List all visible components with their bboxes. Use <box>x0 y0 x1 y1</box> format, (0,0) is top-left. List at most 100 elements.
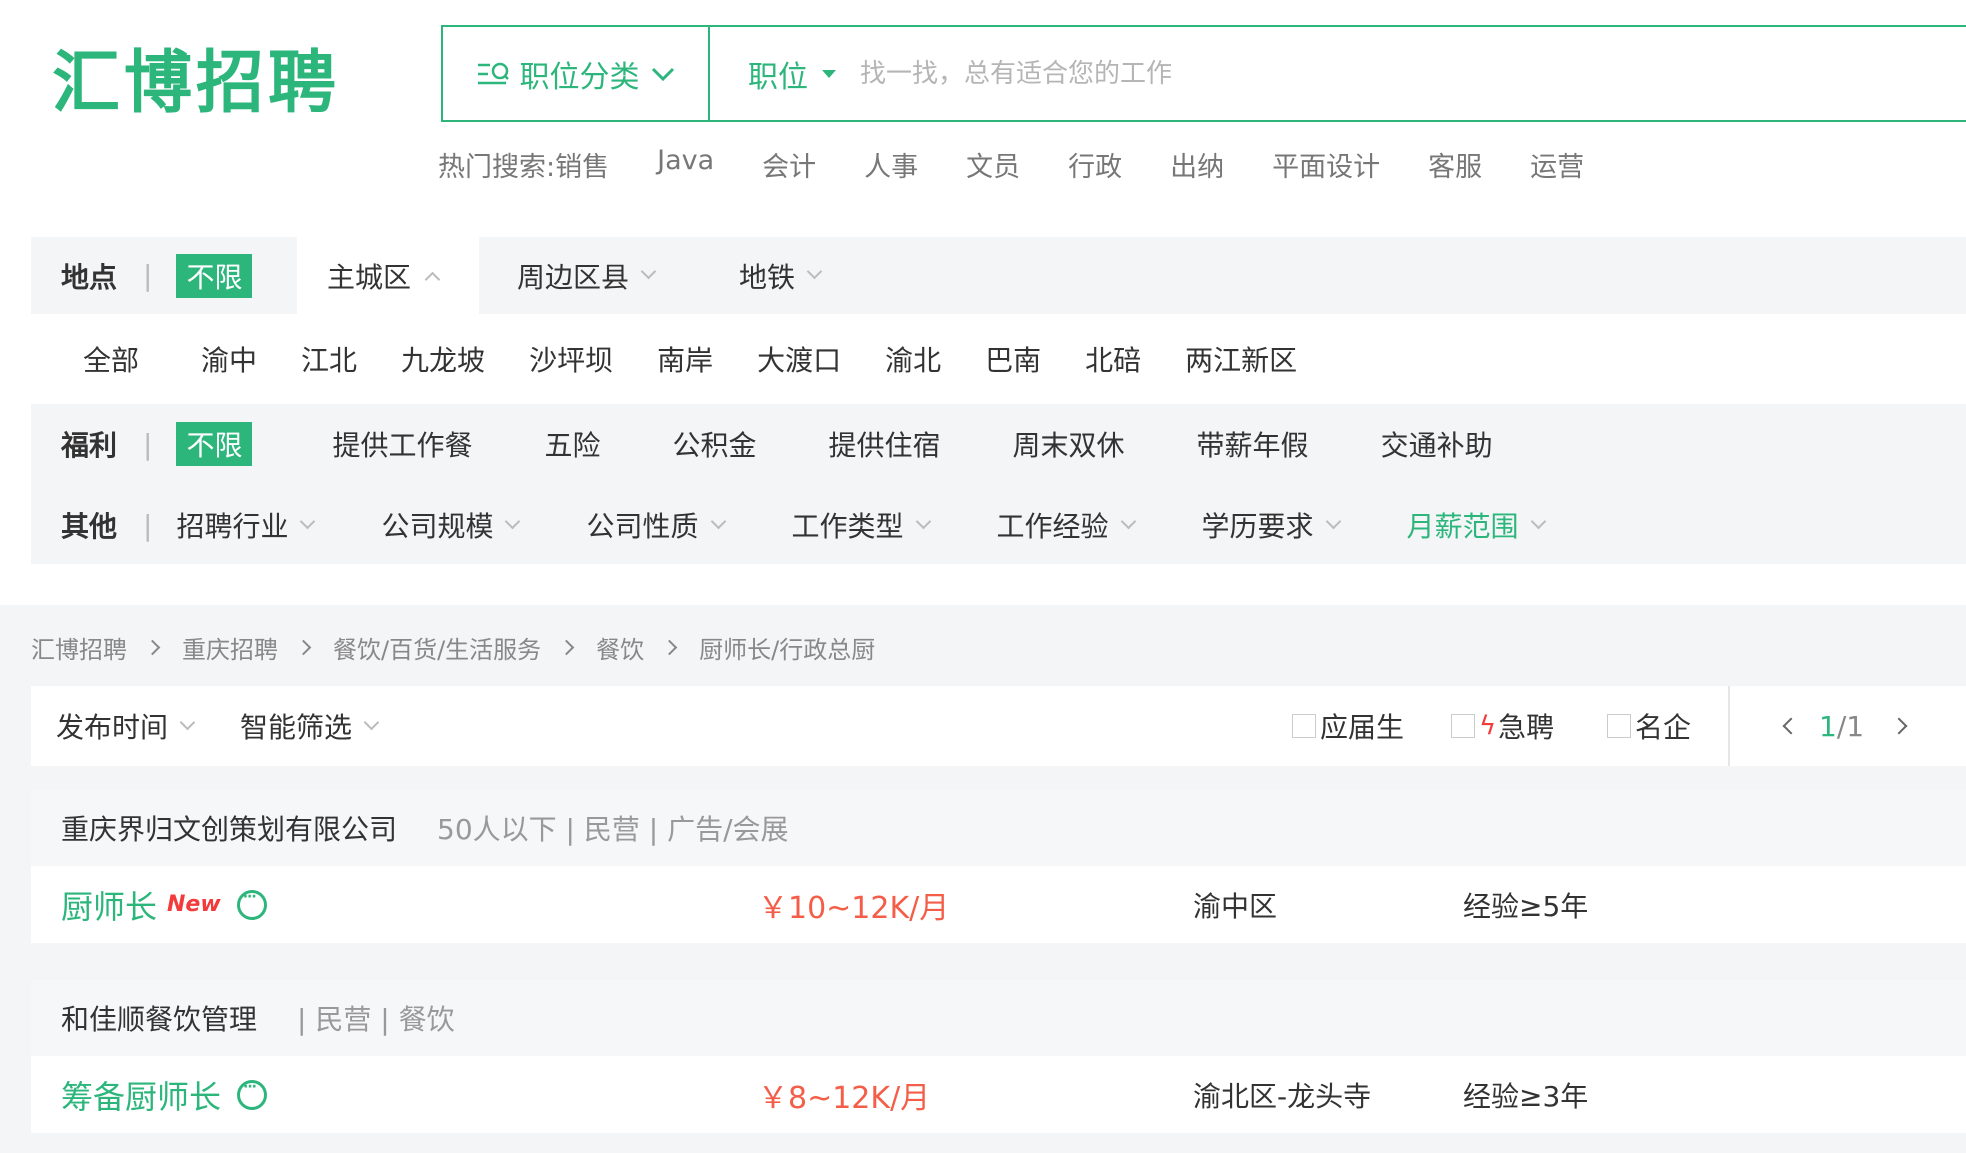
chevron-down-icon <box>363 714 380 730</box>
other-filter-dropdown[interactable]: 工作类型 <box>792 505 931 545</box>
job-row[interactable]: 筹备厨师长 ￥8~12K/月 渝北区-龙头寺 经验≥3年 <box>31 1056 1966 1133</box>
welfare-option[interactable]: 带薪年假 <box>1197 424 1309 464</box>
tab-label: 地铁 <box>739 260 796 294</box>
district-option[interactable]: 渝北 <box>885 339 941 379</box>
job-title[interactable]: 厨师长 <box>61 882 157 928</box>
other-label: 其他 <box>61 510 118 543</box>
chevron-down-icon <box>1530 513 1546 529</box>
dropdown-label: 月薪范围 <box>1406 510 1519 543</box>
district-option[interactable]: 两江新区 <box>1185 339 1297 379</box>
fresh-graduate-checkbox[interactable]: 应届生 <box>1292 686 1404 766</box>
hot-search-link[interactable]: 会计 <box>762 145 816 184</box>
breadcrumb-link[interactable]: 餐饮 <box>596 630 644 665</box>
salary-range-dropdown[interactable]: 月薪范围 <box>1406 505 1546 545</box>
chevron-up-icon <box>424 271 441 288</box>
category-label: 职位分类 <box>519 59 640 95</box>
district-option[interactable]: 北碚 <box>1085 339 1141 379</box>
company-info: | 民营 | 餐饮 <box>297 1003 455 1036</box>
experience-requirement: 经验≥3年 <box>1463 1079 1589 1113</box>
chevron-left-icon <box>1782 717 1800 735</box>
sort-time-dropdown[interactable]: 发布时间 <box>56 686 196 766</box>
dropdown-label: 工作经验 <box>996 510 1109 543</box>
famous-company-checkbox[interactable]: 名企 <box>1607 686 1691 766</box>
welfare-option[interactable]: 提供工作餐 <box>332 424 472 464</box>
chevron-right-icon <box>1890 717 1908 735</box>
job-title[interactable]: 筹备厨师长 <box>61 1072 221 1118</box>
hot-search-link[interactable]: Java <box>657 145 714 184</box>
district-option[interactable]: 江北 <box>301 339 357 379</box>
hot-search-link[interactable]: 文员 <box>966 145 1020 184</box>
district-option[interactable]: 巴南 <box>985 339 1041 379</box>
welfare-option[interactable]: 五险 <box>544 424 600 464</box>
district-option[interactable]: 南岸 <box>657 339 713 379</box>
breadcrumb-link[interactable]: 汇博招聘 <box>31 630 127 665</box>
hot-search-link[interactable]: 客服 <box>1428 145 1482 184</box>
smart-filter-dropdown[interactable]: 智能筛选 <box>240 686 380 766</box>
district-option[interactable]: 大渡口 <box>757 339 841 379</box>
other-filter-dropdown[interactable]: 学历要求 <box>1202 505 1341 545</box>
divider <box>1728 686 1730 766</box>
search-bar: 职位分类 职位 <box>441 25 1966 122</box>
prev-page-button[interactable] <box>1782 686 1800 766</box>
hot-search-link[interactable]: 出纳 <box>1170 145 1224 184</box>
breadcrumb-current[interactable]: 厨师长/行政总厨 <box>699 630 875 665</box>
tab-suburbs[interactable]: 周边区县 <box>517 237 657 314</box>
category-button[interactable]: 职位分类 <box>443 27 710 120</box>
welfare-option[interactable]: 公积金 <box>673 424 757 464</box>
keyword-type-select[interactable]: 职位 <box>748 27 846 120</box>
welfare-label: 福利 <box>61 429 118 462</box>
district-option[interactable]: 九龙坡 <box>401 339 485 379</box>
chevron-down-icon <box>1120 513 1136 529</box>
hot-search-link[interactable]: 平面设计 <box>1272 145 1380 184</box>
job-location: 渝中区 <box>1193 889 1278 923</box>
search-input[interactable] <box>858 47 1762 101</box>
dropdown-label: 招聘行业 <box>176 510 289 543</box>
district-option[interactable]: 沙坪坝 <box>529 339 613 379</box>
breadcrumb: 汇博招聘 重庆招聘 餐饮/百货/生活服务 餐饮 厨师长/行政总厨 <box>31 630 875 665</box>
dropdown-label: 发布时间 <box>56 711 169 744</box>
other-filter-dropdown[interactable]: 公司规模 <box>381 505 521 545</box>
breadcrumb-link[interactable]: 重庆招聘 <box>182 630 278 665</box>
other-filter-dropdown[interactable]: 工作经验 <box>996 505 1136 545</box>
chevron-down-icon <box>806 263 823 280</box>
divider: | <box>143 259 153 292</box>
other-filter-dropdown[interactable]: 公司性质 <box>586 505 726 545</box>
welfare-option[interactable]: 提供住宿 <box>829 424 941 464</box>
location-label: 地点 <box>61 260 118 294</box>
company-name[interactable]: 和佳顺餐饮管理 <box>61 998 257 1038</box>
tab-main-district[interactable]: 主城区 <box>327 237 441 314</box>
hot-search-link[interactable]: 人事 <box>864 145 918 184</box>
other-filter-dropdown[interactable]: 招聘行业 <box>176 505 316 545</box>
chevron-down-icon <box>505 513 521 529</box>
checkbox-label: 急聘 <box>1498 711 1555 744</box>
company-name[interactable]: 重庆界归文创策划有限公司 <box>61 808 397 848</box>
welfare-unlimited-tag[interactable]: 不限 <box>176 422 253 466</box>
location-unlimited-tag[interactable]: 不限 <box>176 253 253 298</box>
chat-icon[interactable] <box>236 889 267 920</box>
sort-toolbar: 发布时间 智能筛选 应届生 ϟ 急聘 名企 1/1 <box>31 686 1966 766</box>
district-option[interactable]: 全部 <box>83 339 139 379</box>
checkbox-icon <box>1292 714 1316 738</box>
breadcrumb-link[interactable]: 餐饮/百货/生活服务 <box>333 630 541 665</box>
district-option[interactable]: 渝中 <box>201 339 257 379</box>
checkbox-icon <box>1607 714 1631 738</box>
chat-icon[interactable] <box>237 1079 268 1110</box>
urgent-checkbox[interactable]: ϟ 急聘 <box>1451 686 1554 766</box>
tab-metro[interactable]: 地铁 <box>739 237 823 314</box>
site-logo[interactable]: 汇博招聘 <box>52 50 340 118</box>
hot-search-link[interactable]: 销售 <box>555 145 609 184</box>
lightning-icon: ϟ <box>1479 711 1497 741</box>
hot-search-link[interactable]: 行政 <box>1068 145 1122 184</box>
new-badge: New <box>167 892 221 917</box>
checkbox-label: 名企 <box>1635 711 1692 744</box>
job-row[interactable]: 厨师长 New ￥10~12K/月 渝中区 经验≥5年 <box>31 866 1966 943</box>
chevron-down-icon <box>179 714 196 730</box>
welfare-option[interactable]: 周末双休 <box>1013 424 1125 464</box>
welfare-option[interactable]: 交通补助 <box>1381 424 1493 464</box>
dropdown-label: 公司性质 <box>586 510 699 543</box>
next-page-button[interactable] <box>1890 686 1908 766</box>
location-filter-row: 地点 | 不限 主城区 周边区县 地铁 <box>31 237 1966 314</box>
hot-search-link[interactable]: 运营 <box>1530 145 1584 184</box>
chevron-down-icon <box>651 67 674 81</box>
hot-search-label: 热门搜索: <box>438 152 556 183</box>
